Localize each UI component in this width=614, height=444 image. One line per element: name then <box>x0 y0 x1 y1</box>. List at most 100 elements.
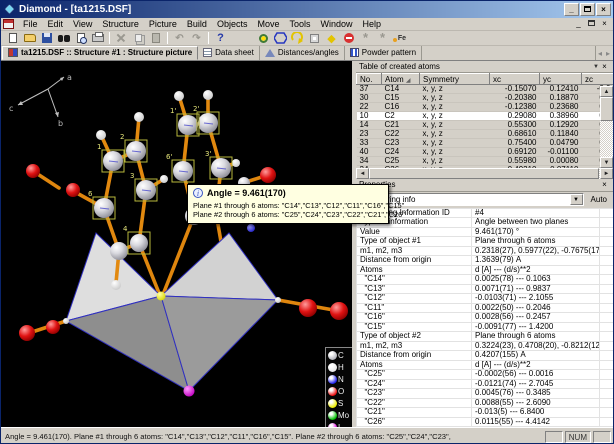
scrollbar-thumb[interactable] <box>600 97 613 121</box>
table-row[interactable]: 30C15x, y, z-0.203800.188700.0 <box>357 94 614 103</box>
menu-item-build[interactable]: Build <box>182 18 212 30</box>
col-zc[interactable]: zc <box>582 74 614 85</box>
close-button[interactable]: × <box>596 3 611 16</box>
table-row[interactable]: Atomsd [Å] --- (d/s)**2 <box>357 360 614 370</box>
cell-edges-icon[interactable] <box>306 31 323 45</box>
col-atom[interactable]: Atom ◢ <box>382 74 420 85</box>
element-fe-icon[interactable]: Fe <box>391 31 408 45</box>
table-row[interactable]: "C15"-0.0091(77) --- 1.4200 <box>357 322 614 332</box>
tab-powder-pattern[interactable]: Powder pattern <box>345 46 422 60</box>
table-row[interactable]: 23C22x, y, z0.686100.118400.1 <box>357 130 614 139</box>
child-minimize-button[interactable]: _ <box>572 19 585 30</box>
hexagon-build-icon[interactable] <box>272 31 289 45</box>
table-row[interactable]: Type of object #1Plane through 6 atoms <box>357 237 614 247</box>
scroll-right-icon[interactable]: ► <box>600 168 613 179</box>
table-row[interactable]: 22C16x, y, z-0.123800.236800.0 <box>357 103 614 112</box>
scroll-down-icon[interactable]: ▼ <box>600 157 613 168</box>
table-row[interactable]: "C21"-0.013(5) --- 6.8400 <box>357 408 614 418</box>
table-row[interactable]: "C24"-0.0121(74) --- 2.7045 <box>357 379 614 389</box>
minimize-button[interactable]: _ <box>564 3 579 16</box>
polyhedra-icon[interactable]: * <box>357 31 374 45</box>
col-symmetry[interactable]: Symmetry <box>420 74 490 85</box>
col-no[interactable]: No. <box>357 74 382 85</box>
paste-icon[interactable] <box>147 31 164 45</box>
table-row[interactable]: "C23"0.0045(76) --- 0.3485 <box>357 389 614 399</box>
auto-button[interactable]: Auto <box>588 195 610 204</box>
table-row[interactable]: "C22"0.0088(55) --- 2.6090 <box>357 398 614 408</box>
structure-viewport[interactable]: a b c <box>1 61 352 427</box>
structure-3d-view[interactable]: a b c <box>1 61 352 427</box>
table-row[interactable]: 37C14x, y, z-0.150700.12410-0.0 <box>357 85 614 94</box>
print-icon[interactable] <box>89 31 106 45</box>
menu-item-window[interactable]: Window <box>315 18 357 30</box>
atom-design-icon[interactable] <box>255 31 272 45</box>
context-help-icon[interactable]: ? <box>212 31 229 45</box>
menu-item-edit[interactable]: Edit <box>43 18 69 30</box>
table-row[interactable]: "C25"-0.0002(56) --- 0.0016 <box>357 370 614 380</box>
scrollbar-thumb[interactable] <box>369 168 599 179</box>
atoms-pane-close-icon[interactable]: × <box>599 62 610 72</box>
table-row[interactable]: 40C24x, y, z0.69120-0.011000.0 <box>357 148 614 157</box>
menu-item-picture[interactable]: Picture <box>144 18 182 30</box>
copy-icon[interactable] <box>130 31 147 45</box>
menu-item-structure[interactable]: Structure <box>97 18 144 30</box>
open-icon[interactable] <box>21 31 38 45</box>
table-row[interactable]: "C16"0.0028(56) --- 0.2457 <box>357 313 614 323</box>
chevron-down-icon[interactable]: ▼ <box>570 194 583 205</box>
table-row[interactable]: m1, m2, m30.2318(27), 0.5977(22), -0.767… <box>357 246 614 256</box>
fill-cell-icon[interactable]: ◆ <box>323 31 340 45</box>
menu-item-move[interactable]: Move <box>252 18 284 30</box>
rotate-molecule-icon[interactable] <box>289 31 306 45</box>
document-icon[interactable] <box>3 19 14 29</box>
col-xc[interactable]: xc <box>490 74 540 85</box>
table-row[interactable]: 33C23x, y, z0.754000.047900.1 <box>357 139 614 148</box>
find-icon[interactable] <box>55 31 72 45</box>
table-row[interactable]: "C11"0.0022(50) --- 0.2046 <box>357 303 614 313</box>
tab-scroll-right-icon[interactable]: ▸ <box>604 49 612 60</box>
vertical-scrollbar[interactable]: ▲ ▼ <box>600 86 613 167</box>
menu-item-objects[interactable]: Objects <box>212 18 253 30</box>
table-row[interactable]: "C14"0.0025(78) --- 0.1063 <box>357 275 614 285</box>
table-row[interactable]: 10C2x, y, z0.290800.389600.0 <box>357 112 614 121</box>
save-icon[interactable] <box>38 31 55 45</box>
undo-icon[interactable]: ↶ <box>171 31 188 45</box>
child-restore-button[interactable] <box>585 19 598 30</box>
menu-item-tools[interactable]: Tools <box>284 18 315 30</box>
table-row[interactable]: Distance from origin1.3639(79) Å <box>357 256 614 266</box>
scroll-left-icon[interactable]: ◄ <box>356 168 369 179</box>
tab-structure-picture[interactable]: ta1215.DSF :: Structure #1 : Structure p… <box>2 46 198 60</box>
horizontal-scrollbar[interactable]: ◄ ► <box>356 168 613 179</box>
restore-button[interactable] <box>580 3 595 16</box>
scroll-up-icon[interactable]: ▲ <box>600 86 613 97</box>
table-row[interactable]: Value9.461(170) ° <box>357 227 614 237</box>
col-yc[interactable]: yc <box>540 74 582 85</box>
tab-data-sheet[interactable]: Data sheet <box>198 46 260 60</box>
menu-item-view[interactable]: View <box>68 18 97 30</box>
redo-icon[interactable]: ↷ <box>188 31 205 45</box>
menu-item-file[interactable]: File <box>18 18 43 30</box>
table-cell <box>600 275 614 285</box>
table-row[interactable]: m1, m2, m30.3224(23), 0.4708(20), -0.821… <box>357 341 614 351</box>
table-row[interactable]: Distance from origin0.4207(155) Å <box>357 351 614 361</box>
cut-icon[interactable] <box>113 31 130 45</box>
table-row[interactable]: 34C25x, y, z0.559800.000800.0 <box>357 157 614 166</box>
menu-item-help[interactable]: Help <box>358 18 387 30</box>
table-row[interactable]: "C12"-0.0103(71) --- 2.1055 <box>357 294 614 304</box>
table-row[interactable]: Atomsd [Å] --- (d/s)**2 <box>357 265 614 275</box>
properties-pane-close-icon[interactable]: × <box>599 180 610 190</box>
print-preview-icon[interactable] <box>72 31 89 45</box>
title-bar[interactable]: ◆ Diamond - [ta1215.DSF] _ × <box>1 1 613 18</box>
tab-distances-angles[interactable]: Distances/angles <box>260 46 345 60</box>
table-row[interactable]: 14C21x, y, z0.553000.129200.1 <box>357 121 614 130</box>
tab-label: Distances/angles <box>278 48 339 57</box>
child-close-button[interactable]: × <box>598 19 611 30</box>
destroy-icon[interactable] <box>340 31 357 45</box>
table-row[interactable]: "C26"0.0115(55) --- 4.4142 <box>357 417 614 427</box>
aromatic-icon[interactable]: * <box>374 31 391 45</box>
tab-scroll-left-icon[interactable]: ◂ <box>596 49 604 60</box>
table-row[interactable]: Type of object #2Plane through 6 atoms <box>357 332 614 342</box>
table-cell: 23 <box>357 130 382 139</box>
table-cell: x, y, z <box>420 103 490 112</box>
table-row[interactable]: "C13"0.0071(71) --- 0.9837 <box>357 284 614 294</box>
new-icon[interactable] <box>4 31 21 45</box>
